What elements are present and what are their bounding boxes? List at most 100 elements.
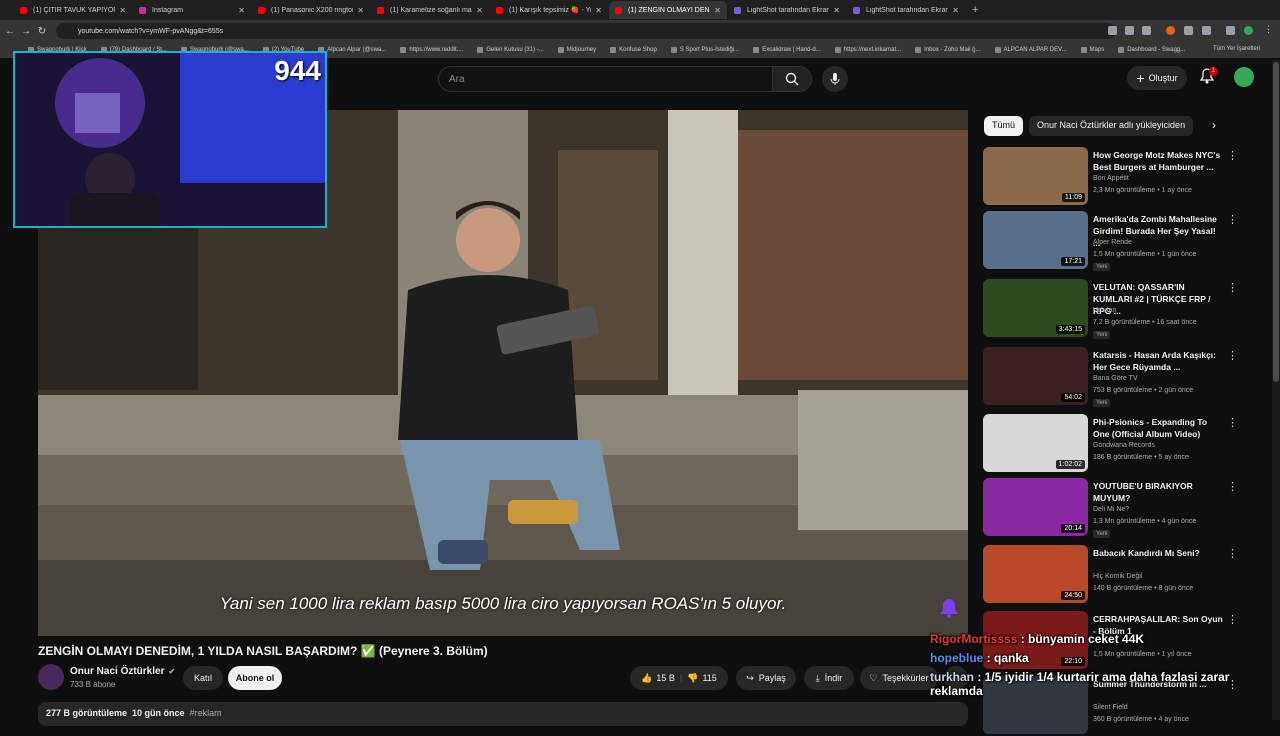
create-button[interactable]: + Oluştur	[1127, 66, 1187, 90]
bookmark-item[interactable]: Konfuse Shop	[610, 47, 657, 53]
recommended-video[interactable]: 11:09 How George Motz Makes NYC's Best Bu…	[983, 147, 1253, 207]
more-vert-icon[interactable]: ⋮	[1227, 149, 1238, 162]
recommended-video[interactable]: 54:02 Katarsis - Hasan Arda Kaşıkçı: Her …	[983, 347, 1253, 407]
star-icon[interactable]	[1142, 26, 1151, 35]
notification-count-badge: 1	[1209, 67, 1218, 76]
back-icon[interactable]: ←	[4, 26, 16, 37]
new-badge: Yeni	[1093, 530, 1111, 538]
close-icon[interactable]: ✕	[595, 6, 602, 15]
recommended-channel[interactable]: Hiç Komik Değil	[1093, 573, 1142, 580]
share-icon: ↪	[746, 672, 754, 683]
bookmark-item[interactable]: Dashboard - Swagg...	[1118, 47, 1185, 53]
address-bar[interactable]: youtube.com/watch?v=ymWF-pvANgg&t=655s	[56, 23, 1116, 39]
browser-tab[interactable]: LightShot tarafından Ekran Görü✕	[728, 1, 846, 19]
browser-tab[interactable]: (1) Karışık tepsimiz 🍓 - YouTube ✕	[490, 1, 608, 19]
account-avatar[interactable]	[1234, 67, 1254, 87]
browser-tab[interactable]: (1) ÇITIR TAVUK YAPIYORUZ 🍗 ✕	[14, 1, 132, 19]
recommended-video[interactable]: 24:50 Babacık Kandırdı Mı Seni? Hiç Komik …	[983, 545, 1253, 605]
bookmark-item[interactable]: ALPCAN ALPAR DEV...	[994, 47, 1067, 53]
new-tab-button[interactable]: +	[972, 4, 978, 16]
bookmark-item[interactable]: Maps	[1080, 47, 1104, 53]
more-vert-icon[interactable]: ⋮	[1227, 480, 1238, 493]
close-icon[interactable]: ✕	[238, 6, 245, 15]
close-icon[interactable]: ✕	[476, 6, 483, 15]
more-vert-icon[interactable]: ⋮	[1227, 213, 1238, 226]
recommended-channel[interactable]: Silent Field	[1093, 704, 1128, 711]
join-button[interactable]: Katıl	[183, 666, 223, 690]
bookmark-item[interactable]: Alpcan Alpar (@swa...	[318, 47, 386, 53]
chip-from-uploader[interactable]: Onur Naci Öztürkler adlı yükleyiciden	[1029, 116, 1194, 136]
video-thumbnail[interactable]: 11:09	[983, 147, 1088, 205]
bookmark-item[interactable]: Midjourney	[557, 47, 596, 53]
browser-tab[interactable]: (1) Karamelize soğanlı makarna ✕	[371, 1, 489, 19]
video-duration: 54:02	[1061, 393, 1085, 402]
video-thumbnail[interactable]: 24:50	[983, 545, 1088, 603]
bookmark-item[interactable]: S Sport Plus-İstediği...	[670, 47, 739, 53]
sidebar-icon[interactable]	[1226, 26, 1235, 35]
recommended-channel[interactable]: Velutan	[1093, 307, 1116, 314]
install-icon[interactable]	[1108, 26, 1117, 35]
subscribe-button[interactable]: Abone ol	[228, 666, 282, 690]
more-vert-icon[interactable]: ⋮	[1227, 613, 1238, 626]
extension-icon[interactable]	[1184, 26, 1193, 35]
chip-all[interactable]: Tümü	[984, 116, 1024, 136]
zoom-icon[interactable]	[1125, 26, 1134, 35]
share-button[interactable]: ↪ Paylaş	[736, 666, 796, 690]
menu-icon[interactable]: ⋮	[1264, 24, 1273, 34]
chevron-right-icon[interactable]: ›	[1212, 118, 1216, 132]
bookmark-item[interactable]: https://www.reddit....	[400, 47, 463, 53]
search-button[interactable]	[772, 66, 812, 92]
bookmark-label: Gelen Kutusu (31) -...	[486, 47, 544, 53]
more-vert-icon[interactable]: ⋮	[1227, 349, 1238, 362]
scrollbar-thumb[interactable]	[1273, 62, 1279, 382]
recommended-channel[interactable]: Gondwana Records	[1093, 442, 1155, 449]
extension-icon[interactable]	[1166, 26, 1175, 35]
browser-tab[interactable]: (1) ZENGİN OLMAYI DENEDİ ✕	[609, 1, 727, 19]
recommended-video[interactable]: 17:21 Amerika'da Zombi Mahallesine Girdim…	[983, 211, 1253, 271]
plus-icon: +	[1136, 70, 1145, 86]
hashtag[interactable]: #reklam	[190, 708, 222, 718]
reload-icon[interactable]: ↻	[36, 26, 48, 37]
recommended-channel[interactable]: Bana Göre TV	[1093, 375, 1138, 382]
browser-tab[interactable]: LightShot tarafından Ekran Görü✕	[847, 1, 965, 19]
recommended-video[interactable]: 20:14 YOUTUBE'U BIRAKIYOR MUYUM? Deli Mi N…	[983, 478, 1253, 538]
video-thumbnail[interactable]: 54:02	[983, 347, 1088, 405]
recommended-channel[interactable]: Bon Appétit	[1093, 175, 1129, 182]
recommended-video[interactable]: 3:43:15 VELUTAN: QASSAR'IN KUMLARI #2 | T…	[983, 279, 1253, 339]
like-button[interactable]: 👍 15 B	[641, 673, 675, 684]
forward-icon[interactable]: →	[20, 26, 32, 37]
more-vert-icon[interactable]: ⋮	[1227, 281, 1238, 294]
recommended-video[interactable]: 1:02:02 Phi-Psionics - Expanding To One (…	[983, 414, 1253, 474]
dislike-button[interactable]: 👎 115	[687, 673, 717, 684]
download-button[interactable]: ⤓ İndir	[804, 666, 854, 690]
bookmark-item[interactable]: https://next.inkarnat...	[834, 47, 901, 53]
more-vert-icon[interactable]: ⋮	[1227, 416, 1238, 429]
recommended-channel[interactable]: Deli Mi Ne?	[1093, 506, 1129, 513]
close-icon[interactable]: ✕	[833, 6, 840, 15]
bookmark-item[interactable]: Inbox - Zoho Mail (j...	[915, 47, 981, 53]
video-thumbnail[interactable]: 20:14	[983, 478, 1088, 536]
extensions-puzzle-icon[interactable]	[1202, 26, 1211, 35]
bookmark-item[interactable]: Gelen Kutusu (31) -...	[477, 47, 544, 53]
channel-avatar[interactable]	[38, 664, 64, 690]
video-thumbnail[interactable]: 3:43:15	[983, 279, 1088, 337]
close-icon[interactable]: ✕	[119, 6, 126, 15]
thanks-button[interactable]: ♡ Teşekkürler	[860, 666, 938, 690]
browser-tab[interactable]: Instagram ✕	[133, 1, 251, 19]
description-box[interactable]: 277 B görüntüleme 10 gün önce #reklam	[38, 702, 968, 726]
bookmark-item[interactable]: Excalidraw | Hand-d...	[753, 47, 821, 53]
channel-name[interactable]: Onur Naci Öztürkler ✔	[70, 666, 175, 677]
all-bookmarks-folder[interactable]: Tüm Yer İşaretleri	[1213, 46, 1260, 52]
browser-tab[interactable]: (1) Panasonic X200 ringtones - ✕	[252, 1, 370, 19]
close-icon[interactable]: ✕	[357, 6, 364, 15]
search-input[interactable]: Ara	[438, 66, 774, 92]
video-thumbnail[interactable]: 17:21	[983, 211, 1088, 269]
close-icon[interactable]: ✕	[952, 6, 959, 15]
video-thumbnail[interactable]: 1:02:02	[983, 414, 1088, 472]
close-icon[interactable]: ✕	[714, 6, 721, 15]
more-vert-icon[interactable]: ⋮	[1227, 547, 1238, 560]
recommended-channel[interactable]: Alper Rende	[1093, 239, 1132, 246]
voice-search-button[interactable]	[822, 66, 848, 92]
page-scrollbar[interactable]	[1272, 60, 1280, 720]
profile-icon[interactable]	[1244, 26, 1253, 35]
